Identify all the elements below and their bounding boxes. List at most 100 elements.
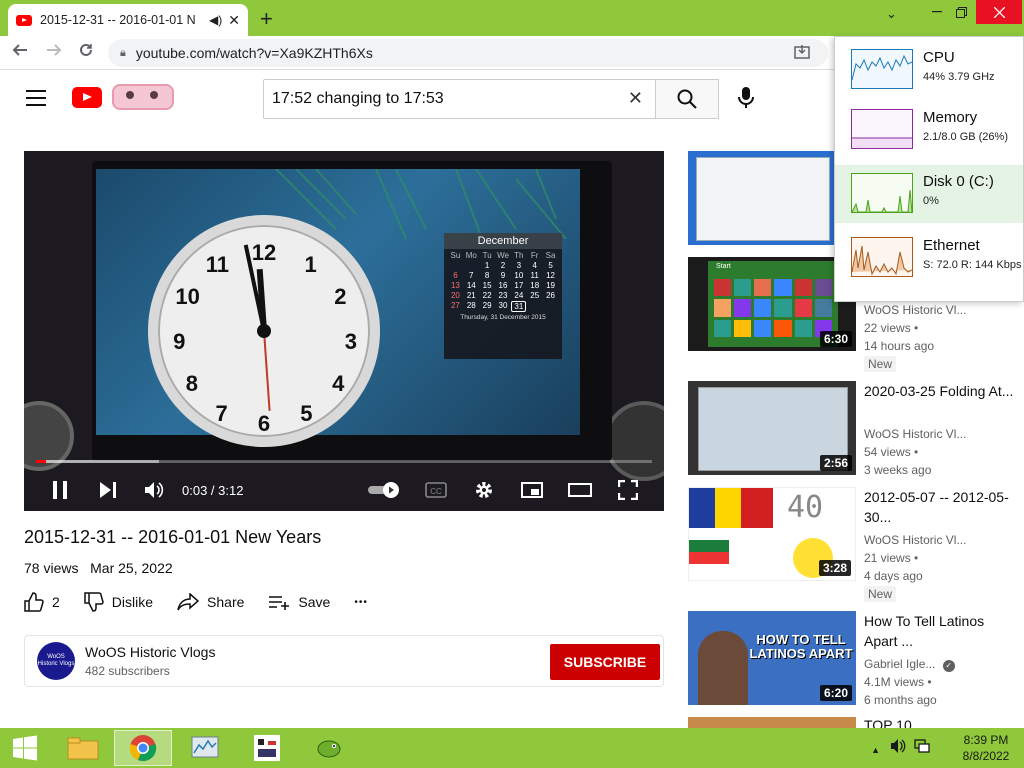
youtube-doodle-cat-icon[interactable] (112, 84, 174, 110)
like-button[interactable]: 2 (24, 592, 60, 612)
calendar-day: 1 (484, 261, 490, 270)
memory-graph (851, 109, 913, 149)
subscribe-button[interactable]: SUBSCRIBE (550, 644, 660, 680)
chameleon-app-icon (317, 740, 341, 758)
recommendation-thumbnail[interactable]: 2:56 (688, 381, 856, 475)
search-input[interactable]: 17:52 changing to 17:53 ✕ (263, 79, 656, 119)
channel-card: WoOS Historic Vlogs WoOS Historic Vlogs … (24, 635, 664, 687)
tm-disk-row[interactable]: Disk 0 (C:) 0% (835, 165, 1023, 223)
taskbar-app-pixel[interactable] (238, 730, 296, 766)
recommendation-channel[interactable]: WoOS Historic Vl... (864, 301, 966, 319)
search-icon (677, 89, 697, 109)
back-icon[interactable] (12, 42, 28, 63)
install-app-icon[interactable] (794, 44, 810, 65)
clock-date: 8/8/2022 (962, 749, 1010, 763)
youtube-logo[interactable] (72, 87, 102, 108)
share-button[interactable]: Share (177, 593, 244, 611)
tm-memory-row[interactable]: Memory 2.1/8.0 GB (26%) (835, 101, 1023, 159)
recommendation-channel[interactable]: WoOS Historic Vl... (864, 425, 966, 443)
volume-tray-icon[interactable] (890, 738, 906, 758)
more-actions-icon[interactable]: ••• (354, 597, 368, 608)
restore-icon (955, 6, 967, 18)
tm-cpu-row[interactable]: CPU 44% 3.79 GHz (835, 41, 1023, 99)
calendar-weekday: We (497, 251, 509, 260)
save-button[interactable]: Save (268, 594, 330, 610)
taskbar-task-manager[interactable] (176, 730, 234, 766)
channel-avatar[interactable]: WoOS Historic Vlogs (37, 642, 75, 680)
calendar-day: 7 (469, 271, 474, 280)
windows-taskbar: ▲ 8:39 PM 8/8/2022 (0, 728, 1024, 768)
recommendation-channel[interactable]: WoOS Historic Vl... (864, 531, 966, 549)
tab-audio-icon[interactable]: ◀) (209, 13, 222, 27)
recommendation-thumbnail[interactable] (688, 717, 856, 728)
subscriber-count: 482 subscribers (85, 664, 170, 678)
search-button[interactable] (655, 79, 719, 119)
miniplayer-button[interactable] (518, 475, 546, 505)
new-tab-button[interactable]: + (260, 6, 273, 32)
recommendation-channel[interactable]: Gabriel Igle... ✓ (864, 655, 955, 673)
clear-search-icon[interactable]: ✕ (628, 88, 643, 109)
recommendation-title[interactable]: 2012-05-07 -- 2012-05-30... (864, 487, 1014, 527)
task-manager-panel: CPU 44% 3.79 GHz Memory 2.1/8.0 GB (26%)… (834, 36, 1024, 302)
forward-icon[interactable] (46, 42, 62, 63)
recommendation-title[interactable]: How To Tell Latinos Apart ... (864, 611, 1014, 651)
subtitles-button[interactable]: CC (422, 475, 450, 505)
played-bar (36, 460, 46, 463)
taskbar-app-chameleon[interactable] (300, 730, 358, 766)
calendar-day (527, 301, 542, 312)
network-tray-icon[interactable] (914, 738, 930, 758)
taskbar-clock[interactable]: 8:39 PM 8/8/2022 (956, 732, 1016, 764)
microphone-icon (738, 87, 754, 108)
youtube-favicon-icon (16, 14, 32, 26)
address-bar[interactable]: 🔒︎ youtube.com/watch?v=Xa9KZHTh6Xs (108, 39, 828, 67)
comedian-image (698, 631, 748, 705)
recommendation-age: 14 hours ago (864, 339, 935, 353)
loaded-bar (36, 460, 160, 463)
reload-icon[interactable] (78, 42, 94, 63)
recommendation-thumbnail[interactable]: Start 6:30 (688, 257, 856, 351)
recommendation-views: 54 views • (864, 445, 919, 459)
settings-button[interactable] (470, 475, 498, 505)
calendar-day: 19 (546, 281, 556, 290)
start-button[interactable] (0, 730, 50, 766)
browser-tab[interactable]: 2015-12-31 -- 2016-01-01 N ◀) ✕ (8, 4, 248, 36)
calendar-day: 28 (466, 301, 476, 310)
task-manager-icon (191, 736, 219, 758)
calendar-day: 11 (530, 271, 539, 280)
tab-search-chevron-icon[interactable]: ⌄ (886, 6, 897, 22)
channel-name[interactable]: WoOS Historic Vlogs (85, 644, 215, 660)
taskbar-chrome[interactable] (114, 730, 172, 766)
autoplay-toggle[interactable] (366, 475, 402, 505)
video-title: 2015-12-31 -- 2016-01-01 New Years (24, 527, 322, 547)
guide-menu-icon[interactable] (26, 90, 46, 111)
video-player[interactable]: 12 1 2 3 4 5 6 7 8 9 10 11 December Su Mo… (24, 151, 664, 511)
theater-mode-button[interactable] (564, 475, 596, 505)
new-badge: New (864, 356, 897, 372)
restore-button[interactable] (944, 0, 978, 24)
metro-start-label: Start (716, 263, 731, 270)
voice-search-button[interactable] (736, 86, 756, 115)
recommendation-thumbnail[interactable]: 40 3:28 (688, 487, 856, 581)
recommendation-thumbnail[interactable]: HOW TO TELL LATINOS APART 6:20 (688, 611, 856, 705)
fullscreen-button[interactable] (614, 475, 642, 505)
time-display: 0:03 / 3:12 (182, 482, 244, 498)
calendar-day: 24 (514, 291, 524, 300)
window-close-button[interactable] (976, 0, 1022, 24)
ethernet-label: Ethernet (923, 237, 980, 254)
pause-button[interactable] (46, 475, 74, 505)
tray-expand-icon[interactable]: ▲ (871, 742, 880, 758)
tab-close-icon[interactable]: ✕ (228, 12, 240, 29)
recommendation-title[interactable]: 2020-03-25 Folding At... (864, 381, 1014, 401)
share-icon (177, 593, 200, 611)
windows-logo-icon (13, 735, 37, 761)
recommendation-thumbnail[interactable]: 9 (688, 151, 856, 245)
video-duration: 3:28 (818, 560, 851, 576)
video-progress-bar[interactable] (36, 460, 652, 463)
tm-ethernet-row[interactable]: Ethernet S: 72.0 R: 144 Kbps (835, 229, 1023, 287)
next-button[interactable] (94, 475, 122, 505)
like-count: 2 (52, 594, 60, 610)
dislike-button[interactable]: Dislike (84, 592, 153, 612)
verified-icon: ✓ (942, 660, 955, 672)
taskbar-file-explorer[interactable] (54, 730, 112, 766)
volume-button[interactable] (140, 475, 168, 505)
